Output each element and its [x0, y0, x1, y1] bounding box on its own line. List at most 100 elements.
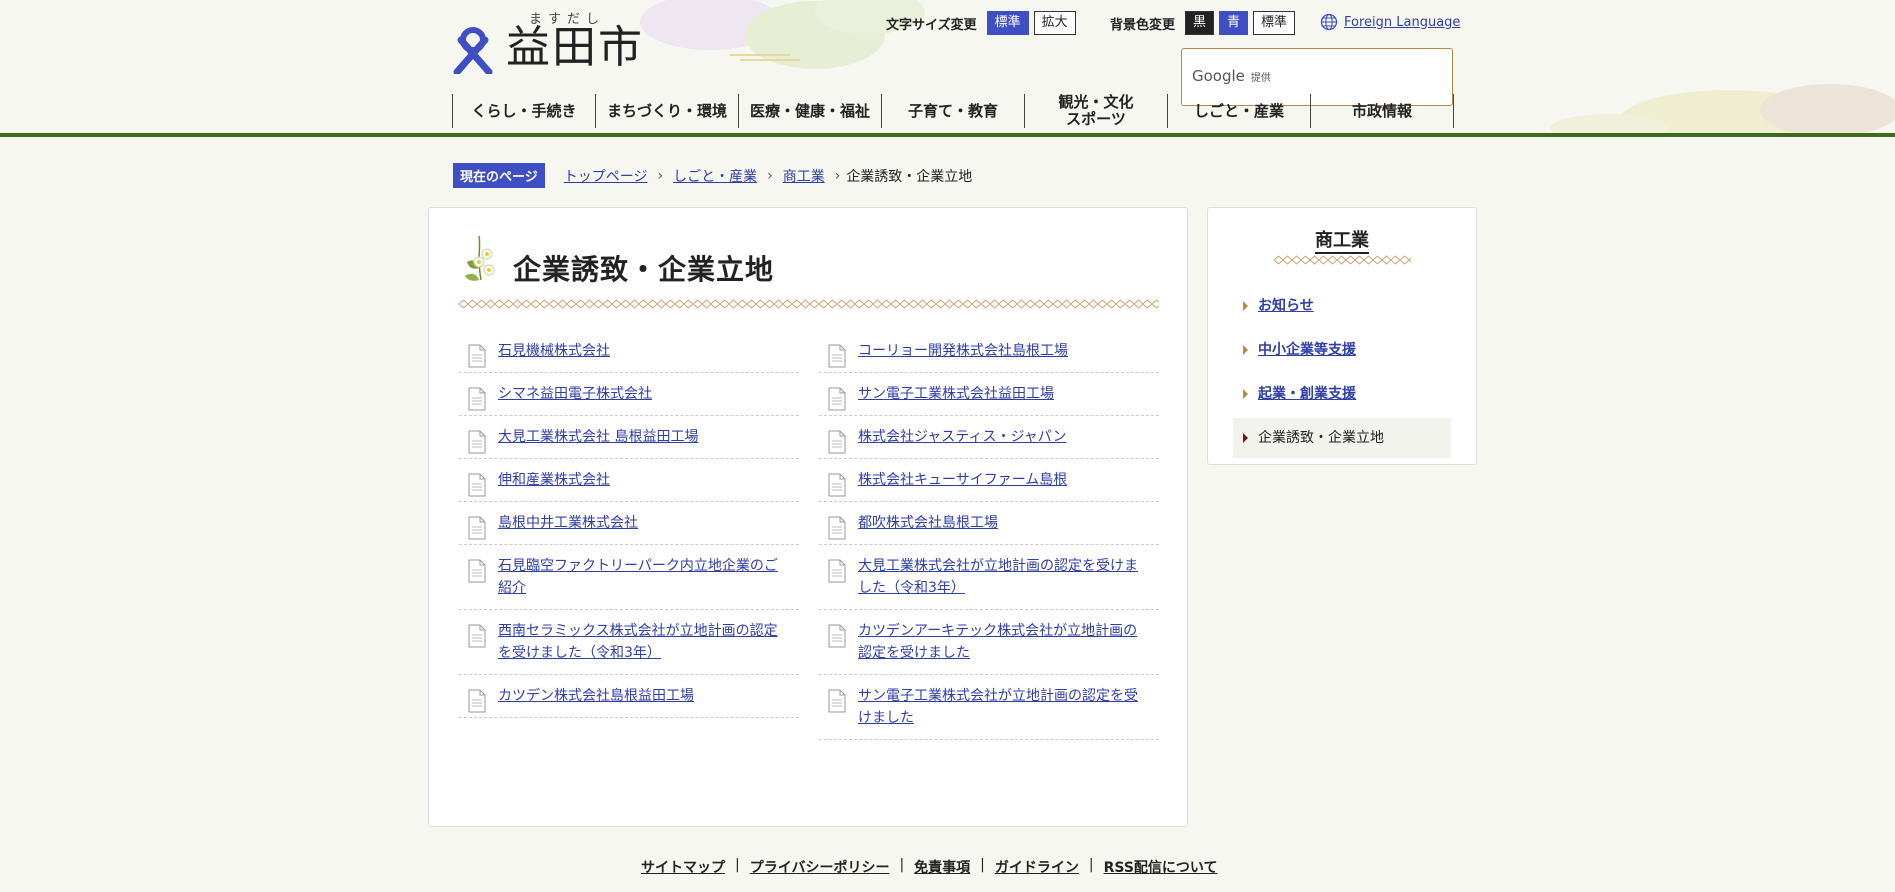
bg-color-black-button[interactable]: 黒 — [1185, 11, 1215, 35]
company-link[interactable]: 株式会社ジャスティス・ジャパン — [858, 429, 1066, 445]
gnav-item-health-welfare[interactable]: 医療・健康・福祉 — [738, 94, 881, 128]
company-list-left: 石見機械株式会社シマネ益田電子株式会社大見工業株式会社 島根益田工場 伸和産業株式… — [459, 330, 799, 718]
sidebar-item-label[interactable]: 起業・創業支援 — [1258, 386, 1356, 402]
company-link[interactable]: コーリョー開発株式会社島根工場 — [858, 343, 1068, 359]
document-icon — [468, 516, 486, 540]
arrow-right-icon — [1243, 301, 1248, 311]
list-item: コーリョー開発株式会社島根工場 — [819, 330, 1159, 373]
globe-icon — [1320, 13, 1338, 31]
company-list-right: コーリョー開発株式会社島根工場 サン電子工業株式会社益田工場 株式会社ジャスティス・… — [819, 330, 1159, 740]
chevron-right-icon: › — [657, 167, 664, 184]
company-link[interactable]: 都吹株式会社島根工場 — [858, 515, 998, 531]
sidebar-item-startup-support[interactable]: 起業・創業支援 — [1233, 374, 1451, 414]
list-item: 伸和産業株式会社 — [459, 459, 799, 502]
company-link[interactable]: 株式会社キューサイファーム島根 — [858, 472, 1067, 488]
list-item: 大見工業株式会社が立地計画の認定を受けました（令和3年） — [819, 545, 1159, 610]
bg-color-label: 背景色変更 — [1110, 17, 1176, 33]
breadcrumb: 現在のページ トップページ › しごと・産業 › 商工業 › 企業誘致・企業立地 — [453, 163, 972, 188]
document-icon — [828, 689, 846, 713]
document-icon — [468, 387, 486, 411]
font-size-standard-button[interactable]: 標準 — [986, 11, 1029, 35]
footer-separator: | — [980, 857, 985, 873]
sidebar: 商工業 お知らせ 中小企業等支援 起業・創業支援 企業誘致・企業立地 — [1207, 207, 1477, 465]
global-navigation: くらし・手続き まちづくり・環境 医療・健康・福祉 子育て・教育 観光・文化 ス… — [452, 94, 1454, 128]
list-item: 株式会社ジャスティス・ジャパン — [819, 416, 1159, 459]
google-label: Google — [1192, 67, 1245, 85]
footer-link-rss[interactable]: RSS配信について — [1104, 857, 1218, 877]
arrow-right-icon — [1243, 389, 1248, 399]
company-link[interactable]: シマネ益田電子株式会社 — [498, 386, 652, 402]
sidebar-item-label[interactable]: お知らせ — [1258, 298, 1314, 314]
sidebar-title[interactable]: 商工業 — [1208, 226, 1476, 254]
footer-link-guideline[interactable]: ガイドライン — [995, 857, 1079, 877]
company-link[interactable]: サン電子工業株式会社が立地計画の認定を受けました — [858, 688, 1138, 726]
company-link[interactable]: 島根中井工業株式会社 — [498, 515, 638, 531]
breadcrumb-current-label: 現在のページ — [453, 163, 545, 188]
provided-label: 提供 — [1250, 73, 1271, 84]
title-divider — [459, 299, 1159, 309]
company-link[interactable]: 大見工業株式会社 島根益田工場 — [498, 429, 698, 445]
bg-color-blue-button[interactable]: 青 — [1219, 11, 1249, 35]
city-emblem-icon — [453, 27, 493, 74]
breadcrumb-link-top[interactable]: トップページ — [564, 166, 648, 186]
footer-link-disclaimer[interactable]: 免責事項 — [914, 857, 970, 877]
document-icon — [828, 624, 846, 648]
gnav-item-town-planning[interactable]: まちづくり・環境 — [595, 94, 738, 128]
bg-color-controls: 背景色変更 黒 青 標準 — [1110, 10, 1300, 36]
bg-color-standard-button[interactable]: 標準 — [1253, 11, 1296, 35]
sidebar-item-sme-support[interactable]: 中小企業等支援 — [1233, 330, 1451, 370]
sidebar-item-business-location: 企業誘致・企業立地 — [1233, 418, 1451, 458]
foreign-language-link[interactable]: Foreign Language — [1344, 15, 1460, 30]
foreign-language: Foreign Language — [1320, 13, 1460, 31]
document-icon — [468, 559, 486, 583]
document-icon — [828, 473, 846, 497]
company-link[interactable]: カツデン株式会社島根益田工場 — [498, 688, 694, 704]
list-item: シマネ益田電子株式会社 — [459, 373, 799, 416]
footer-separator: | — [1088, 857, 1094, 873]
font-size-controls: 文字サイズ変更 標準 拡大 — [886, 10, 1081, 36]
sidebar-item-news[interactable]: お知らせ — [1233, 286, 1451, 326]
sidebar-title-text: 商工業 — [1315, 230, 1369, 254]
document-icon — [828, 387, 846, 411]
gnav-item-childcare-education[interactable]: 子育て・教育 — [881, 94, 1024, 128]
gnav-item-city-info[interactable]: 市政情報 — [1310, 94, 1454, 128]
company-link[interactable]: 石見臨空ファクトリーパーク内立地企業のご紹介 — [498, 558, 778, 596]
logo-text: 益田市 — [506, 22, 644, 73]
list-item: サン電子工業株式会社が立地計画の認定を受けました — [819, 675, 1159, 740]
arrow-right-icon — [1243, 345, 1248, 355]
document-icon — [468, 473, 486, 497]
footer-link-privacy[interactable]: プライバシーポリシー — [750, 857, 890, 877]
company-link[interactable]: カツデンアーキテック株式会社が立地計画の認定を受けました — [858, 623, 1137, 661]
main-content: 企業誘致・企業立地 石見機械株式会社 シマネ益田電子株式会社 大見工業株式会社 島根… — [428, 207, 1188, 827]
company-link[interactable]: 大見工業株式会社が立地計画の認定を受けました（令和3年） — [858, 558, 1138, 596]
font-size-large-button[interactable]: 拡大 — [1033, 11, 1076, 35]
breadcrumb-link-commerce[interactable]: 商工業 — [783, 166, 825, 186]
site-logo[interactable]: ますだし 益田市 — [451, 8, 651, 74]
sidebar-item-label[interactable]: 中小企業等支援 — [1258, 342, 1356, 358]
list-item: 西南セラミックス株式会社が立地計画の認定を受けました（令和3年） — [459, 610, 799, 675]
document-icon — [468, 430, 486, 454]
company-link[interactable]: サン電子工業株式会社益田工場 — [858, 386, 1054, 402]
sidebar-divider — [1274, 255, 1411, 265]
gnav-item-living[interactable]: くらし・手続き — [452, 94, 595, 128]
breadcrumb-link-work-industry[interactable]: しごと・産業 — [673, 166, 757, 186]
company-link[interactable]: 西南セラミックス株式会社が立地計画の認定を受けました（令和3年） — [498, 623, 778, 661]
footer-link-sitemap[interactable]: サイトマップ — [641, 857, 725, 877]
gnav-item-work-industry[interactable]: しごと・産業 — [1167, 94, 1310, 128]
list-item: カツデンアーキテック株式会社が立地計画の認定を受けました — [819, 610, 1159, 675]
breadcrumb-current-page: 企業誘致・企業立地 — [846, 168, 973, 185]
chevron-right-icon: › — [834, 167, 841, 184]
sidebar-item-label: 企業誘致・企業立地 — [1258, 430, 1384, 446]
list-item: 石見機械株式会社 — [459, 330, 799, 373]
arrow-right-icon — [1243, 433, 1248, 443]
google-search-branding: Google 提供 — [1192, 67, 1271, 85]
company-link[interactable]: 伸和産業株式会社 — [498, 472, 610, 488]
gnav-item-tourism-culture[interactable]: 観光・文化 スポーツ — [1024, 94, 1167, 128]
list-item: 石見臨空ファクトリーパーク内立地企業のご紹介 — [459, 545, 799, 610]
list-item: 島根中井工業株式会社 — [459, 502, 799, 545]
flower-icon — [465, 235, 495, 281]
sidebar-list: お知らせ 中小企業等支援 起業・創業支援 企業誘致・企業立地 — [1233, 286, 1451, 462]
company-link[interactable]: 石見機械株式会社 — [498, 343, 610, 359]
chevron-right-icon: › — [767, 167, 773, 184]
document-icon — [468, 624, 486, 648]
